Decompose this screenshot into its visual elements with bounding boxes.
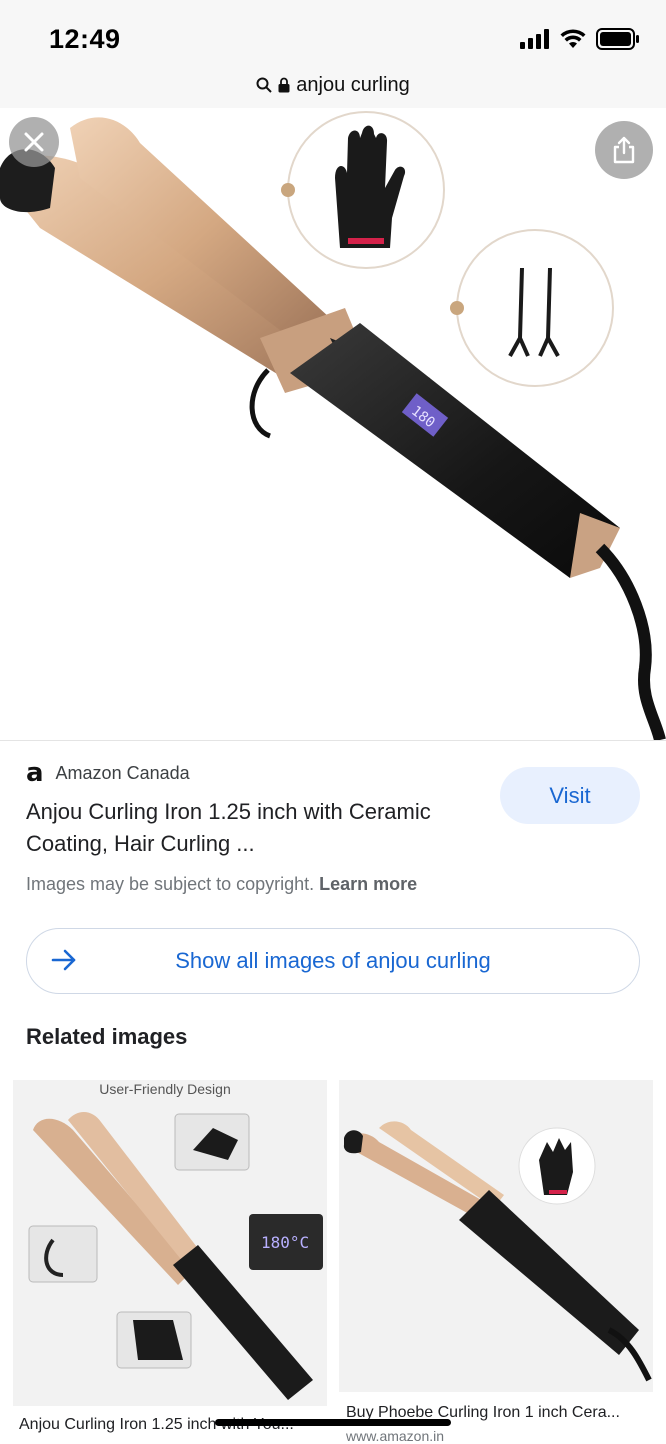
curling-iron-image: 180 [0, 111, 666, 740]
url-bar[interactable]: anjou curling [0, 62, 666, 109]
close-button[interactable] [9, 117, 59, 167]
curling-iron-infographic: User-Friendly Design 180°C [28, 1081, 323, 1400]
learn-more-link[interactable]: Learn more [319, 874, 417, 894]
amazon-logo: a [26, 758, 44, 788]
infographic-heading: User-Friendly Design [99, 1081, 230, 1097]
copyright-notice: Images may be subject to copyright. Lear… [26, 874, 486, 895]
curling-iron-product [343, 1121, 652, 1382]
share-button[interactable] [595, 121, 653, 179]
result-title[interactable]: Anjou Curling Iron 1.25 inch with Cerami… [26, 796, 486, 860]
show-all-label: Show all images of anjou curling [175, 948, 491, 973]
result-source[interactable]: a Amazon Canada [26, 758, 486, 788]
lock-icon [278, 77, 290, 93]
visit-button[interactable]: Visit [500, 767, 640, 824]
wifi-icon [560, 29, 586, 48]
image-viewer[interactable]: 180 [0, 108, 666, 741]
source-name: Amazon Canada [55, 762, 190, 783]
search-icon [256, 77, 272, 93]
infographic-lcd-reading: 180°C [261, 1233, 309, 1252]
home-indicator[interactable] [215, 1419, 451, 1426]
battery-icon [596, 28, 639, 50]
related-image-2[interactable] [339, 1080, 653, 1392]
show-all-images-button[interactable]: Show all images of anjou curling [26, 928, 640, 994]
related-source-2: www.amazon.in [346, 1428, 445, 1444]
arrow-right-icon [51, 949, 76, 971]
url-text: anjou curling [296, 73, 410, 96]
status-time: 12:49 [49, 24, 121, 54]
status-icons [520, 28, 640, 50]
related-image-1[interactable]: User-Friendly Design 180°C [13, 1080, 327, 1406]
related-heading: Related images [26, 1024, 188, 1049]
result-info: a Amazon Canada Anjou Curling Iron 1.25 … [26, 758, 486, 895]
status-bar: 12:49 [0, 0, 666, 62]
close-icon [24, 132, 44, 152]
signal-icon [520, 29, 549, 49]
copyright-text: Images may be subject to copyright. [26, 874, 315, 894]
share-icon [613, 136, 635, 164]
